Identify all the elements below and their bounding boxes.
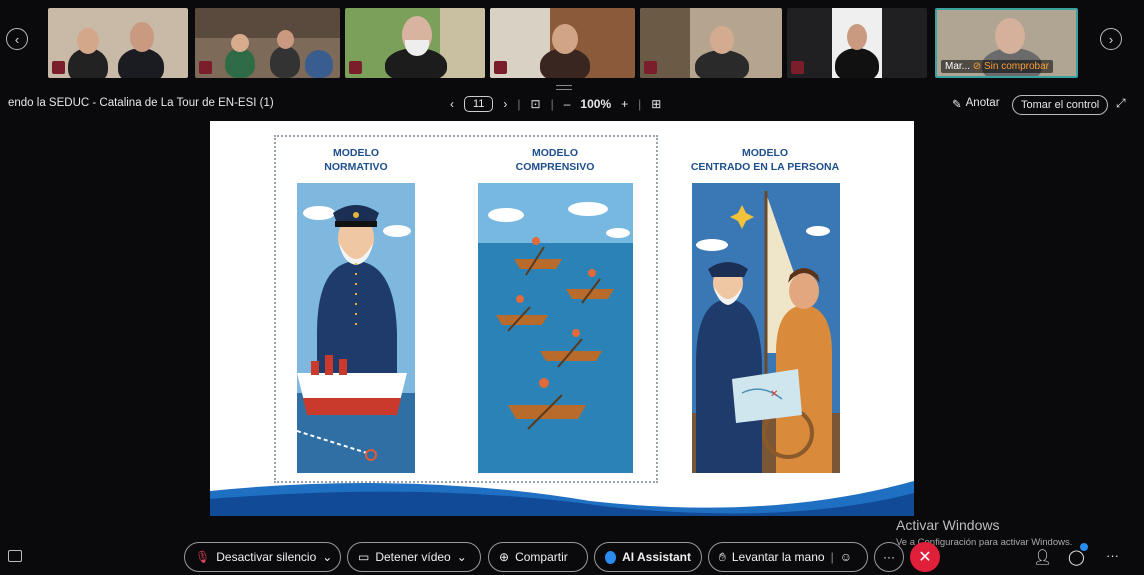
- captain-youth-map-illustration: ✕: [692, 191, 840, 473]
- captions-icon[interactable]: [8, 550, 22, 562]
- prev-page-button[interactable]: ‹: [450, 97, 454, 111]
- participant-figure: [695, 50, 749, 78]
- participant-figure: [225, 48, 255, 78]
- raise-hand-button[interactable]: ✋︎ Levantar la mano | ☺: [708, 542, 868, 572]
- chat-notification-dot: [1080, 543, 1088, 551]
- participant-head: [847, 24, 867, 50]
- panel-normativo: [297, 183, 415, 473]
- unverified-status: ⊘ Sin comprobar: [972, 61, 1049, 72]
- leave-icon: ✕: [918, 549, 932, 566]
- video-button[interactable]: ▭ Detener vídeo ⌄: [347, 542, 481, 572]
- divider: |: [517, 97, 521, 111]
- participant-head: [710, 26, 734, 54]
- shared-slide: MODELO NORMATIVO MODELO COMPRENSIVO MODELO…: [210, 121, 914, 516]
- zoom-level: 100%: [580, 97, 612, 111]
- windows-activate-title: Activar Windows: [896, 517, 1000, 533]
- panel-comprensivo: [478, 183, 633, 473]
- share-label: Compartir: [515, 550, 568, 564]
- col1-title: MODELO NORMATIVO: [324, 147, 388, 173]
- ai-assistant-button[interactable]: AI Assistant: [594, 542, 702, 572]
- share-screen-icon: ⊕: [499, 550, 510, 564]
- strip-next-button[interactable]: ›: [1100, 28, 1122, 50]
- page-number-input[interactable]: 11: [464, 96, 494, 112]
- raise-hand-icon: ✋︎: [719, 549, 726, 564]
- participant-head: [552, 24, 578, 54]
- participant-head: [77, 28, 99, 54]
- participant-head: [995, 18, 1025, 54]
- reaction-icon[interactable]: ☺: [840, 550, 852, 564]
- mute-button[interactable]: 🎙︎ Desactivar silencio ⌄: [184, 542, 341, 572]
- drag-handle[interactable]: [556, 85, 572, 90]
- share-button[interactable]: ⊕ Compartir: [488, 542, 588, 572]
- participant-name: Mar...: [945, 61, 971, 72]
- mute-label: Desactivar silencio: [216, 550, 317, 564]
- camera-icon: ▭: [358, 550, 370, 564]
- panel-centrado-persona: ✕: [692, 183, 840, 473]
- pen-icon: ✎: [952, 99, 962, 111]
- col2-title: MODELO COMPRENSIVO: [515, 147, 595, 173]
- divider: |: [830, 550, 834, 564]
- col3-title: MODELO CENTRADO EN LA PERSONA: [690, 147, 840, 173]
- mic-off-icon: [349, 61, 362, 74]
- mic-off-icon: [494, 61, 507, 74]
- participant-head: [277, 30, 294, 49]
- divider: |: [550, 97, 554, 111]
- ai-label: AI Assistant: [622, 550, 691, 564]
- participants-icon[interactable]: 👤︎: [1033, 548, 1052, 566]
- participant-head: [231, 34, 249, 52]
- bottom-wave: [210, 481, 914, 516]
- bookshelf: [195, 8, 340, 38]
- participant-head: [130, 22, 154, 52]
- participant-tile[interactable]: [640, 8, 782, 78]
- participant-figure: [835, 48, 879, 78]
- svg-text:✕: ✕: [770, 389, 778, 400]
- participant-figure: [305, 50, 333, 78]
- participant-tile[interactable]: [490, 8, 635, 78]
- take-control-button[interactable]: Tomar el control: [1012, 95, 1109, 115]
- mic-off-icon: [644, 61, 657, 74]
- zoom-in-button[interactable]: +: [621, 97, 628, 111]
- take-control-label: Tomar el control: [1021, 99, 1100, 111]
- thumbnails-icon[interactable]: ⊞: [651, 97, 661, 111]
- chevron-right-icon: ›: [1108, 31, 1114, 47]
- video-label: Detener vídeo: [375, 550, 451, 564]
- fit-page-icon[interactable]: ⊡: [531, 97, 541, 111]
- mic-off-icon: [791, 61, 804, 74]
- more-panel-icon[interactable]: ···: [1106, 548, 1119, 563]
- share-title: endo la SEDUC - Catalina de La Tour de E…: [8, 97, 274, 109]
- mic-off-icon: [52, 61, 65, 74]
- chevron-left-icon: ‹: [14, 31, 20, 47]
- captain-ship-illustration: [297, 205, 415, 473]
- mic-off-icon: [199, 61, 212, 74]
- participant-label: Mar... ⊘ Sin comprobar: [941, 60, 1053, 73]
- more-label: ···: [883, 550, 895, 564]
- chevron-down-icon[interactable]: ⌄: [322, 550, 332, 564]
- more-options-button[interactable]: ···: [874, 542, 904, 572]
- mic-off-icon: 🎙︎: [195, 550, 211, 564]
- participant-tile-active[interactable]: Mar... ⊘ Sin comprobar: [935, 8, 1078, 78]
- page-controls: ‹ 11 › | ⊡ | – 100% + | ⊞: [450, 94, 661, 114]
- participant-figure: [118, 48, 164, 78]
- expand-icon[interactable]: ⤢: [1116, 96, 1126, 111]
- zoom-out-button[interactable]: –: [564, 97, 571, 111]
- strip-prev-button[interactable]: ‹: [6, 28, 28, 50]
- ai-assistant-icon: [605, 550, 617, 564]
- annotate-label: Anotar: [965, 97, 1000, 109]
- hand-label: Levantar la mano: [731, 550, 825, 564]
- participant-tile[interactable]: [48, 8, 188, 78]
- divider: |: [638, 97, 642, 111]
- leave-button[interactable]: ✕: [910, 542, 940, 572]
- participant-figure: [270, 46, 300, 78]
- next-page-button[interactable]: ›: [503, 97, 507, 111]
- participant-tile[interactable]: [195, 8, 340, 78]
- participant-strip: ‹ Mar... ⊘ Sin comprobar ›: [0, 0, 1144, 82]
- participant-tile[interactable]: [787, 8, 927, 78]
- annotate-button[interactable]: ✎ Anotar: [952, 97, 1000, 111]
- participant-tile[interactable]: [345, 8, 485, 78]
- rowboats-illustration: [478, 202, 633, 473]
- chevron-down-icon[interactable]: ⌄: [457, 550, 467, 564]
